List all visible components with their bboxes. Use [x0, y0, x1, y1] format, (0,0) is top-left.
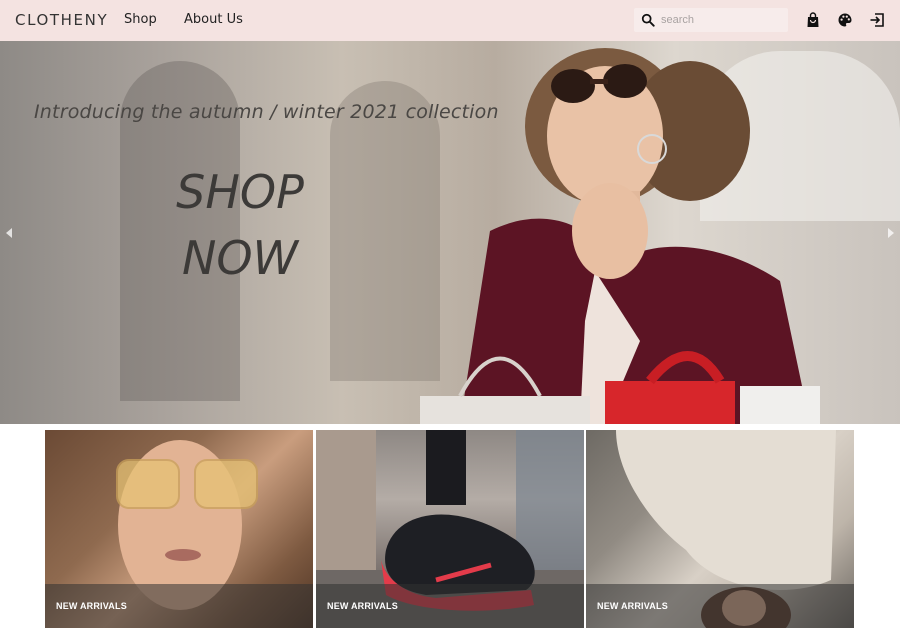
search-icon[interactable]	[641, 13, 655, 27]
nav-shop-link[interactable]: Shop	[124, 12, 157, 27]
hero-model-image	[420, 48, 820, 424]
category-card-eyewear[interactable]: NEW ARRIVALS	[45, 430, 313, 628]
shop-now-button[interactable]: SHOP NOW	[170, 159, 310, 291]
hero-tagline: Introducing the autumn / winter 2021 col…	[34, 101, 499, 123]
hero-banner: Introducing the autumn / winter 2021 col…	[0, 41, 900, 424]
category-card-shoes[interactable]: NEW ARRIVALS	[316, 430, 584, 628]
shopping-bag-icon[interactable]	[805, 12, 821, 28]
card-label: NEW ARRIVALS	[327, 601, 398, 611]
search-bar[interactable]	[634, 8, 788, 32]
card-label: NEW ARRIVALS	[597, 601, 668, 611]
shop-now-line2: NOW	[181, 231, 299, 285]
logout-icon[interactable]	[869, 12, 885, 28]
top-navbar: CLOTHENY Shop About Us	[0, 0, 900, 41]
card-label: NEW ARRIVALS	[56, 601, 127, 611]
nav-about-link[interactable]: About Us	[184, 12, 243, 27]
chevron-left-icon[interactable]	[4, 227, 14, 239]
palette-icon[interactable]	[837, 12, 853, 28]
brand-logo[interactable]: CLOTHENY	[15, 11, 108, 29]
category-cards: NEW ARRIVALS NEW ARRIVALS NEW ARRIVALS	[45, 430, 855, 628]
category-card-knitwear[interactable]: NEW ARRIVALS	[586, 430, 854, 628]
search-input[interactable]	[661, 14, 781, 26]
shop-now-line1: SHOP	[176, 165, 304, 219]
chevron-right-icon[interactable]	[886, 227, 896, 239]
